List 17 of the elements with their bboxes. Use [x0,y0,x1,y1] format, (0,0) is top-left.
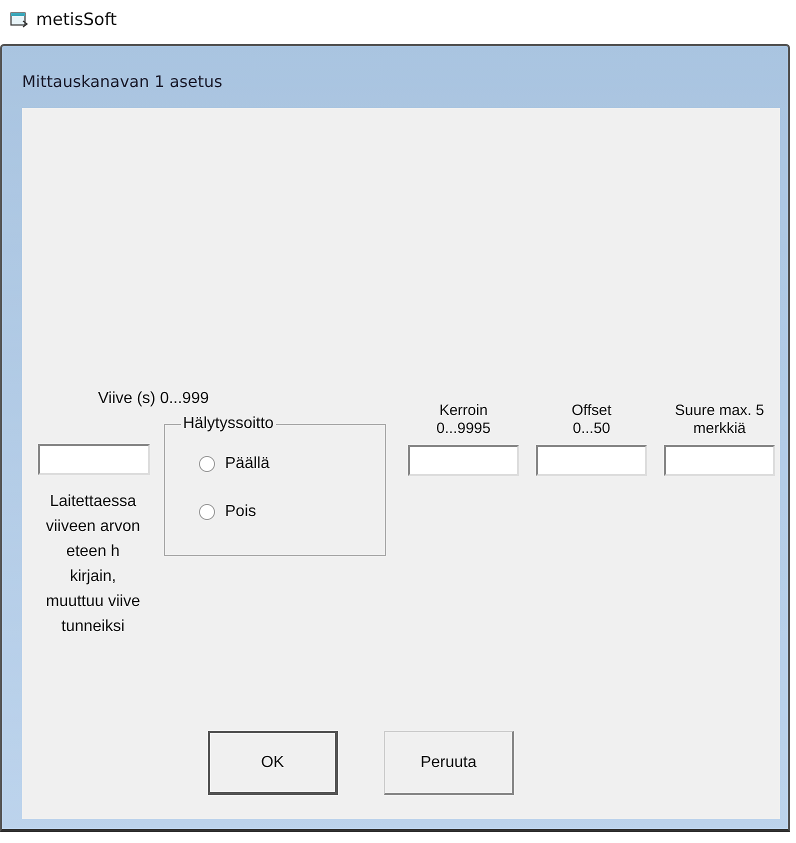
input-field[interactable] [664,445,775,476]
field-label: Kerroin 0...9995 [436,402,491,438]
cancel-button[interactable]: Peruuta [384,731,514,795]
app-title: metisSoft [36,10,117,30]
field-label: Suure max. 5 merkkiä [674,402,764,438]
alarm-call-label: Hälytyssoitto [181,414,276,434]
delay-field[interactable] [38,444,150,475]
dialog-title: Mittauskanavan 1 asetus [22,70,222,90]
input-field[interactable] [408,445,519,476]
delay-label: Viive (s) 0...999 [98,390,209,408]
app-icon [10,12,28,28]
ok-button[interactable]: OK [208,731,338,795]
input-field[interactable] [536,445,647,476]
radio-option[interactable]: Pois [199,499,385,525]
delay-help-text: Laitettaessa viiveen arvon eteen h kirjain, muuttuu viive tunneiksi [44,492,142,637]
radio-option[interactable]: Päällä [199,451,385,477]
field-label: Offset 0...50 [572,402,612,438]
